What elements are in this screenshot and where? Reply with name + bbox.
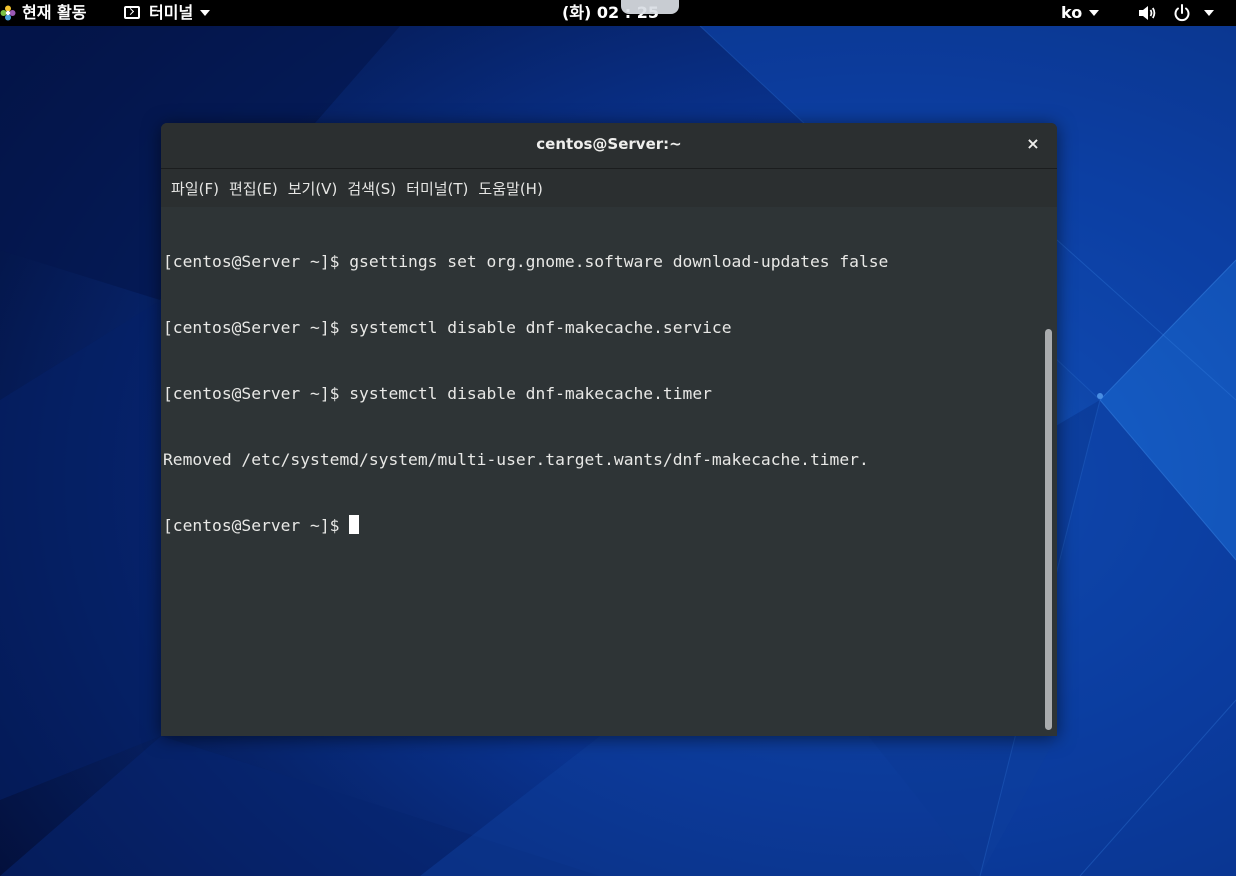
window-titlebar[interactable]: centos@Server:~ × [161,123,1057,169]
menu-item-search[interactable]: 검색(S) [337,178,396,199]
app-menu-button[interactable]: 터미널 [124,0,211,26]
language-label: ko [1061,3,1083,22]
activities-button[interactable]: 현재 활동 [0,0,86,26]
terminal-line: [centos@Server ~]$ gsettings set org.gno… [163,252,889,271]
window-title: centos@Server:~ [536,135,682,153]
terminal-output[interactable]: [centos@Server ~]$ gsettings set org.gno… [161,207,1041,736]
terminal-line: Removed /etc/systemd/system/multi-user.t… [163,450,869,469]
menu-item-edit[interactable]: 편집(E) [219,178,278,199]
activities-label: 현재 활동 [22,3,87,22]
scrollbar-thumb[interactable] [1045,329,1052,730]
menu-item-file[interactable]: 파일(F) [161,178,219,199]
menu-item-view[interactable]: 보기(V) [278,178,338,199]
vertical-scrollbar[interactable] [1041,207,1057,736]
power-icon [1174,4,1190,22]
chevron-down-icon [1089,10,1100,16]
chevron-down-icon [200,10,211,16]
language-button[interactable]: ko [1061,0,1100,26]
terminal-window: centos@Server:~ × 파일(F) 편집(E) 보기(V) 검색(S… [161,123,1057,736]
chevron-down-icon [1204,10,1214,16]
terminal-prompt-line: [centos@Server ~]$ [163,515,888,537]
menu-item-help[interactable]: 도움말(H) [468,178,542,199]
terminal-line: [centos@Server ~]$ systemctl disable dnf… [163,384,712,403]
terminal-line: [centos@Server ~]$ systemctl disable dnf… [163,318,732,337]
menu-item-terminal[interactable]: 터미널(T) [396,178,468,199]
close-icon: × [1026,134,1040,153]
app-menu-label: 터미널 [149,3,194,22]
terminal-icon [124,5,140,19]
volume-status[interactable] [1137,0,1157,26]
volume-icon [1139,6,1156,20]
notification-tab [621,0,679,14]
terminal-prompt: [centos@Server ~]$ [163,516,350,535]
system-menu-button[interactable] [1172,0,1214,26]
top-bar: 현재 활동 터미널 (화) 02 : 25 ko [0,0,1236,26]
text-cursor [349,515,360,534]
menu-bar: 파일(F) 편집(E) 보기(V) 검색(S) 터미널(T) 도움말(H) [161,169,1057,207]
close-button[interactable]: × [1023,133,1043,155]
flower-icon [0,5,16,21]
